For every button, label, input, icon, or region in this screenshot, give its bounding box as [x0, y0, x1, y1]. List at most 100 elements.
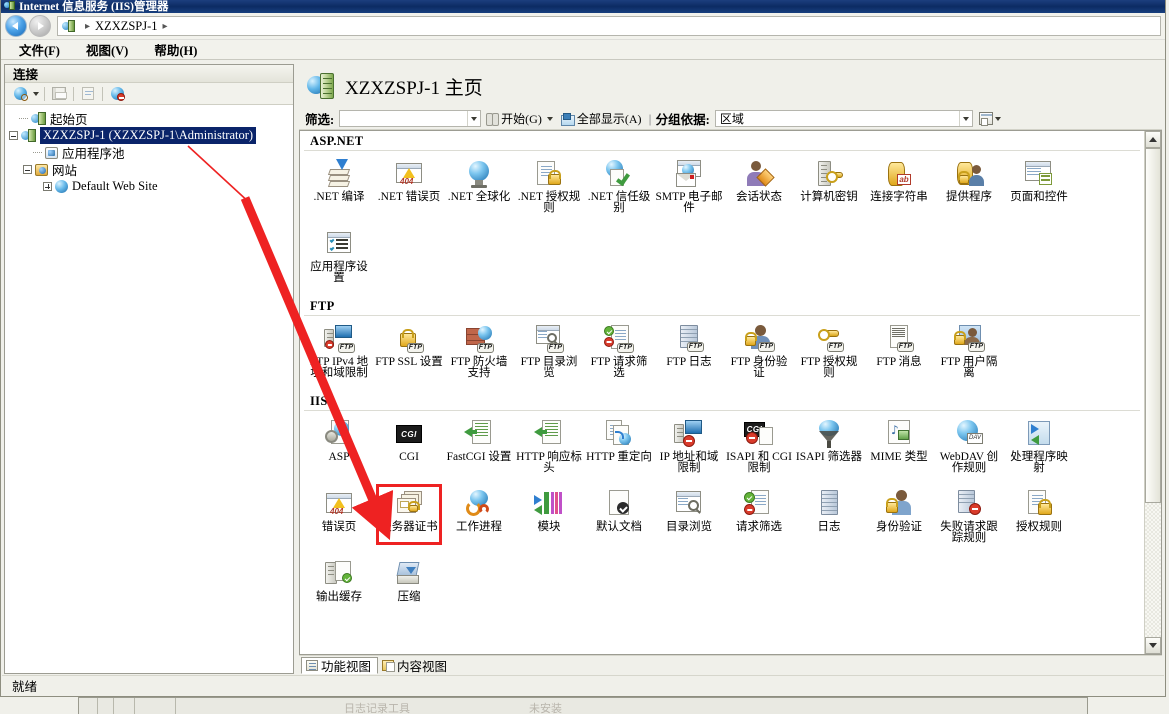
ip-domain-restrictions-icon: [673, 419, 705, 449]
feature-ftp-ipv4-restrictions[interactable]: FTP FTP IPv4 地址和域限制: [304, 319, 374, 379]
feature-worker-processes[interactable]: 工作进程: [444, 484, 514, 544]
filter-go-button[interactable]: 开始(G): [483, 110, 556, 128]
ftp-directory-browsing-icon: FTP: [533, 324, 565, 354]
tab-content-view[interactable]: 内容视图: [378, 657, 453, 674]
forward-button[interactable]: [29, 15, 51, 37]
back-button[interactable]: [5, 15, 27, 37]
tab-features-view[interactable]: 功能视图: [301, 657, 379, 674]
connect-to-button[interactable]: [11, 85, 29, 103]
feature-ftp-logging[interactable]: FTP FTP 日志: [654, 319, 724, 379]
feature-fastcgi-settings[interactable]: FastCGI 设置: [444, 414, 514, 474]
feature-authorization-rules[interactable]: 授权规则: [1004, 484, 1074, 544]
feature-handler-mappings[interactable]: 处理程序映射: [1004, 414, 1074, 474]
feature-machine-key[interactable]: 计算机密钥: [794, 154, 864, 214]
expander-minus-icon[interactable]: [23, 165, 32, 174]
scroll-up-button[interactable]: [1145, 131, 1161, 148]
feature-label: 请求筛选: [736, 521, 782, 533]
chevron-down-icon[interactable]: [33, 91, 39, 96]
feature-net-error-pages[interactable]: 404 .NET 错误页: [374, 154, 444, 214]
feature-ftp-directory-browsing[interactable]: FTP FTP 目录浏览: [514, 319, 584, 379]
scrollbar-thumb[interactable]: [1145, 148, 1161, 503]
scroll-down-button[interactable]: [1145, 637, 1161, 654]
machine-key-icon: [813, 159, 845, 189]
tree-node-app-pools[interactable]: 应用程序池: [5, 144, 293, 161]
scrollbar-page-down-region[interactable]: [1145, 503, 1161, 637]
feature-logging[interactable]: 日志: [794, 484, 864, 544]
feature-label: .NET 编译: [313, 191, 365, 203]
feature-net-trust-levels[interactable]: .NET 信任级别: [584, 154, 654, 214]
scrollbar-track[interactable]: [1145, 148, 1161, 637]
feature-failed-request-tracing[interactable]: 失败请求跟踪规则: [934, 484, 1004, 544]
feature-ftp-user-isolation[interactable]: FTP FTP 用户隔离: [934, 319, 1004, 379]
feature-net-compilation[interactable]: .NET 编译: [304, 154, 374, 214]
feature-asp[interactable]: ASP: [304, 414, 374, 474]
feature-isapi-filters[interactable]: ISAPI 筛选器: [794, 414, 864, 474]
feature-connection-strings[interactable]: ab 连接字符串: [864, 154, 934, 214]
show-all-button[interactable]: 全部显示(A): [558, 110, 645, 128]
feature-compression[interactable]: 压缩: [374, 554, 444, 612]
feature-request-filtering[interactable]: 请求筛选: [724, 484, 794, 544]
tree-node-sites[interactable]: 网站: [5, 161, 293, 178]
feature-session-state[interactable]: 会话状态: [724, 154, 794, 214]
chevron-down-icon[interactable]: [546, 116, 553, 121]
feature-mime-types[interactable]: ♪ MIME 类型: [864, 414, 934, 474]
expander-minus-icon[interactable]: [9, 131, 18, 140]
feature-ftp-messages[interactable]: FTP FTP 消息: [864, 319, 934, 379]
feature-ftp-authorization-rules[interactable]: FTP FTP 授权规则: [794, 319, 864, 379]
vertical-scrollbar[interactable]: [1144, 131, 1161, 654]
feature-ip-domain-restrictions[interactable]: IP 地址和域限制: [654, 414, 724, 474]
group-grid-aspnet: .NET 编译 404 .NET 错误页 .NET 全球化 .NET 授权规则 …: [304, 154, 1140, 218]
feature-cgi[interactable]: CGI CGI: [374, 414, 444, 474]
feature-ftp-firewall-support[interactable]: FTP FTP 防火墙支持: [444, 319, 514, 379]
feature-label: 身份验证: [876, 521, 922, 533]
view-mode-button[interactable]: [978, 112, 1001, 126]
expander-plus-icon[interactable]: [43, 182, 52, 191]
fastcgi-settings-icon: [463, 419, 495, 449]
breadcrumb-server[interactable]: XZXZSPJ-1: [95, 19, 158, 34]
feature-providers[interactable]: 提供程序: [934, 154, 1004, 214]
save-connection-button[interactable]: [50, 85, 68, 103]
menu-view[interactable]: 视图(V): [84, 39, 130, 60]
filter-input[interactable]: [339, 110, 482, 127]
feature-label: FTP 目录浏览: [520, 356, 578, 379]
feature-modules[interactable]: 模块: [514, 484, 584, 544]
feature-http-response-headers[interactable]: HTTP 响应标头: [514, 414, 584, 474]
feature-ftp-authentication[interactable]: FTP FTP 身份验证: [724, 319, 794, 379]
breadcrumb-separator-2: ▸: [162, 20, 168, 32]
group-by-dropdown-button[interactable]: [958, 111, 972, 126]
address-field[interactable]: ▸ XZXZSPJ-1 ▸: [57, 16, 1161, 36]
connections-tree[interactable]: 起始页 XZXZSPJ-1 (XZXZSPJ-1\Administrator) …: [5, 105, 293, 673]
menu-file[interactable]: 文件(F): [17, 39, 62, 60]
feature-label: 模块: [537, 521, 561, 533]
feature-smtp-email[interactable]: SMTP 电子邮件: [654, 154, 724, 214]
feature-pages-and-controls[interactable]: 页面和控件: [1004, 154, 1074, 214]
logging-icon: [813, 489, 845, 519]
net-trust-levels-icon: [603, 159, 635, 189]
feature-net-globalization[interactable]: .NET 全球化: [444, 154, 514, 214]
save-icon: [52, 87, 67, 100]
tree-node-server[interactable]: XZXZSPJ-1 (XZXZSPJ-1\Administrator): [5, 127, 293, 144]
feature-directory-browsing[interactable]: 目录浏览: [654, 484, 724, 544]
tree-node-default-web-site[interactable]: Default Web Site: [5, 178, 293, 195]
tree-node-start-page[interactable]: 起始页: [5, 110, 293, 127]
ftp-badge: FTP: [896, 342, 914, 352]
feature-net-authorization-rules[interactable]: .NET 授权规则: [514, 154, 584, 214]
menu-help[interactable]: 帮助(H): [152, 39, 199, 60]
feature-output-caching[interactable]: 输出缓存: [304, 554, 374, 612]
group-by-select[interactable]: 区域: [714, 110, 973, 127]
filter-dropdown-button[interactable]: [467, 111, 480, 126]
feature-http-redirect[interactable]: HTTP 重定向: [584, 414, 654, 474]
chevron-down-icon[interactable]: [994, 116, 1001, 121]
feature-application-settings[interactable]: 应用程序设置: [304, 224, 374, 284]
feature-ftp-ssl-settings[interactable]: FTP FTP SSL 设置: [374, 319, 444, 379]
edit-connection-button[interactable]: [79, 85, 97, 103]
disconnect-button[interactable]: [108, 85, 126, 103]
feature-authentication[interactable]: 身份验证: [864, 484, 934, 544]
feature-label: FTP 日志: [666, 356, 712, 368]
feature-webdav-authoring-rules[interactable]: DAV WebDAV 创作规则: [934, 414, 1004, 474]
feature-default-document[interactable]: 默认文档: [584, 484, 654, 544]
feature-error-pages[interactable]: 404 错误页: [304, 484, 374, 544]
feature-isapi-cgi-restrictions[interactable]: CGI ISAPI 和 CGI 限制: [724, 414, 794, 474]
feature-server-certificates[interactable]: 服务器证书: [374, 484, 444, 545]
feature-ftp-request-filtering[interactable]: FTP FTP 请求筛选: [584, 319, 654, 379]
